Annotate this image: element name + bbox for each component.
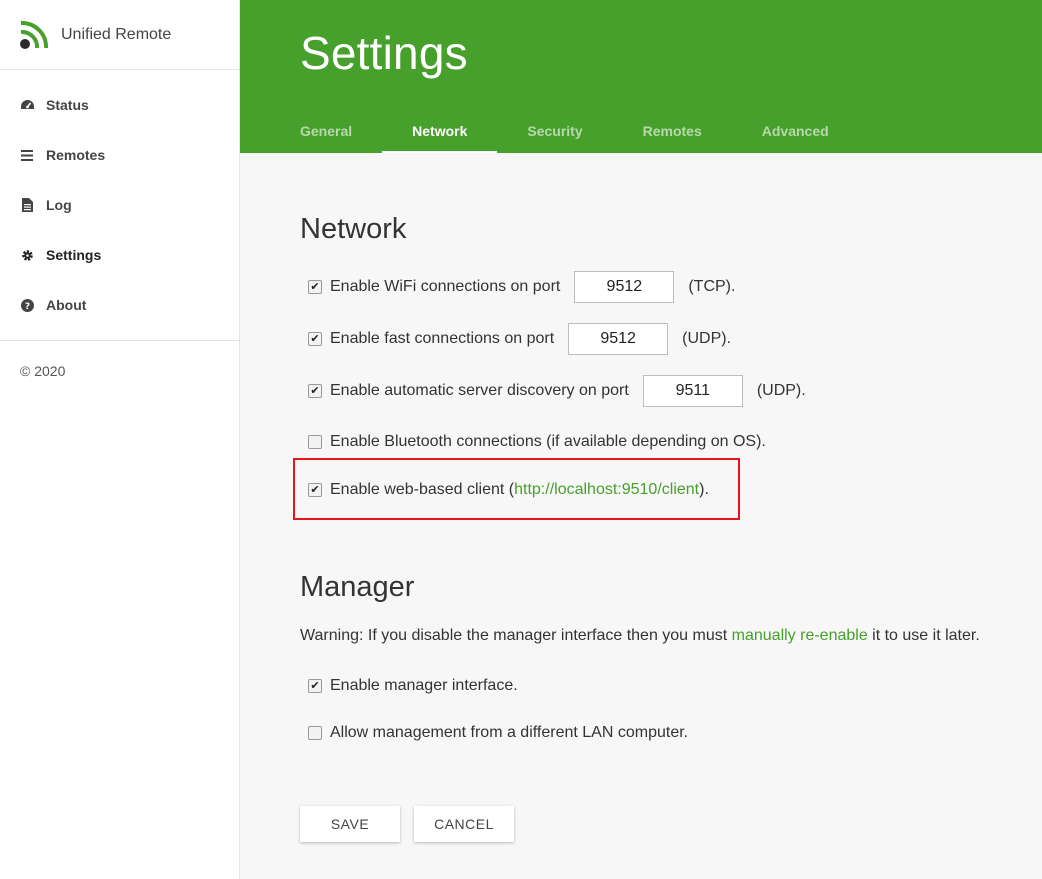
copyright: © 2020 [20, 363, 66, 379]
page-title: Settings [300, 27, 468, 79]
menu-icon [19, 147, 35, 163]
brand[interactable]: Unified Remote [0, 0, 239, 70]
cancel-button[interactable]: CANCEL [414, 806, 514, 842]
sidebar-item-label: Settings [46, 247, 102, 263]
sidebar-item-label: Status [46, 97, 89, 113]
unified-remote-logo-icon [18, 19, 50, 51]
webclient-link[interactable]: http://localhost:9510/client [514, 481, 699, 499]
warning-text-pre: Warning: If you disable the manager inte… [300, 627, 732, 644]
webclient-label-pre: Enable web-based client ( [330, 481, 515, 498]
sidebar: Unified Remote Status Remotes Log Settin… [0, 0, 240, 879]
manager-enable-label: Enable manager interface. [330, 677, 518, 694]
tab-network[interactable]: Network [382, 110, 498, 153]
sidebar-nav: Status Remotes Log Settings ? About [0, 70, 239, 341]
header: Settings General Network Security Remote… [240, 0, 1042, 153]
warning-text-post: it to use it later. [867, 627, 980, 644]
sidebar-item-label: About [46, 297, 87, 313]
tab-security[interactable]: Security [497, 110, 612, 153]
fast-protocol: (UDP). [682, 330, 732, 347]
bluetooth-label: Enable Bluetooth connections (if availab… [330, 433, 766, 450]
manager-enable-checkbox[interactable]: ✔ [308, 679, 322, 693]
wifi-checkbox[interactable]: ✔ [308, 280, 322, 294]
wifi-port-input[interactable] [574, 271, 675, 303]
sidebar-item-remotes[interactable]: Remotes [0, 130, 239, 180]
tab-general[interactable]: General [270, 110, 382, 153]
svg-text:?: ? [24, 302, 29, 312]
lan-management-checkbox[interactable] [308, 726, 322, 740]
tab-advanced[interactable]: Advanced [732, 110, 859, 153]
manager-warning: Warning: If you disable the manager inte… [300, 627, 980, 645]
webclient-label-post: ). [699, 481, 709, 498]
wifi-protocol: (TCP). [688, 278, 736, 295]
lan-management-row: Allow management from a different LAN co… [308, 724, 688, 742]
document-icon [19, 197, 35, 213]
question-icon: ? [19, 297, 35, 313]
fast-port-input[interactable] [568, 323, 669, 355]
wifi-label: Enable WiFi connections on port [330, 278, 561, 295]
sidebar-item-log[interactable]: Log [0, 180, 239, 230]
lan-management-label: Allow management from a different LAN co… [330, 724, 689, 741]
fast-checkbox[interactable]: ✔ [308, 332, 322, 346]
webclient-checkbox[interactable]: ✔ [308, 483, 322, 497]
discovery-label: Enable automatic server discovery on por… [330, 382, 629, 399]
tab-remotes[interactable]: Remotes [613, 110, 732, 153]
save-button[interactable]: SAVE [300, 806, 400, 842]
discovery-checkbox[interactable]: ✔ [308, 384, 322, 398]
dashboard-icon [19, 97, 35, 113]
sidebar-item-label: Log [46, 197, 72, 213]
manager-enable-row: ✔ Enable manager interface. [308, 677, 518, 695]
webclient-row: ✔ Enable web-based client (http://localh… [308, 481, 709, 499]
bluetooth-row: Enable Bluetooth connections (if availab… [308, 433, 766, 451]
fast-label: Enable fast connections on port [330, 330, 555, 347]
gear-icon [19, 247, 35, 263]
sidebar-item-about[interactable]: ? About [0, 280, 239, 330]
discovery-port-input[interactable] [642, 375, 743, 407]
network-section-title: Network [300, 213, 407, 245]
manually-reenable-link[interactable]: manually re-enable [732, 627, 868, 644]
discovery-protocol: (UDP). [756, 382, 806, 399]
wifi-row: ✔ Enable WiFi connections on port (TCP). [308, 271, 735, 303]
sidebar-item-label: Remotes [46, 147, 106, 163]
sidebar-item-status[interactable]: Status [0, 80, 239, 130]
manager-section-title: Manager [300, 571, 415, 603]
discovery-row: ✔ Enable automatic server discovery on p… [308, 375, 806, 407]
settings-tabs: General Network Security Remotes Advance… [270, 110, 859, 153]
app-name: Unified Remote [61, 25, 172, 43]
sidebar-item-settings[interactable]: Settings [0, 230, 239, 280]
fast-row: ✔ Enable fast connections on port (UDP). [308, 323, 731, 355]
bluetooth-checkbox[interactable] [308, 435, 322, 449]
